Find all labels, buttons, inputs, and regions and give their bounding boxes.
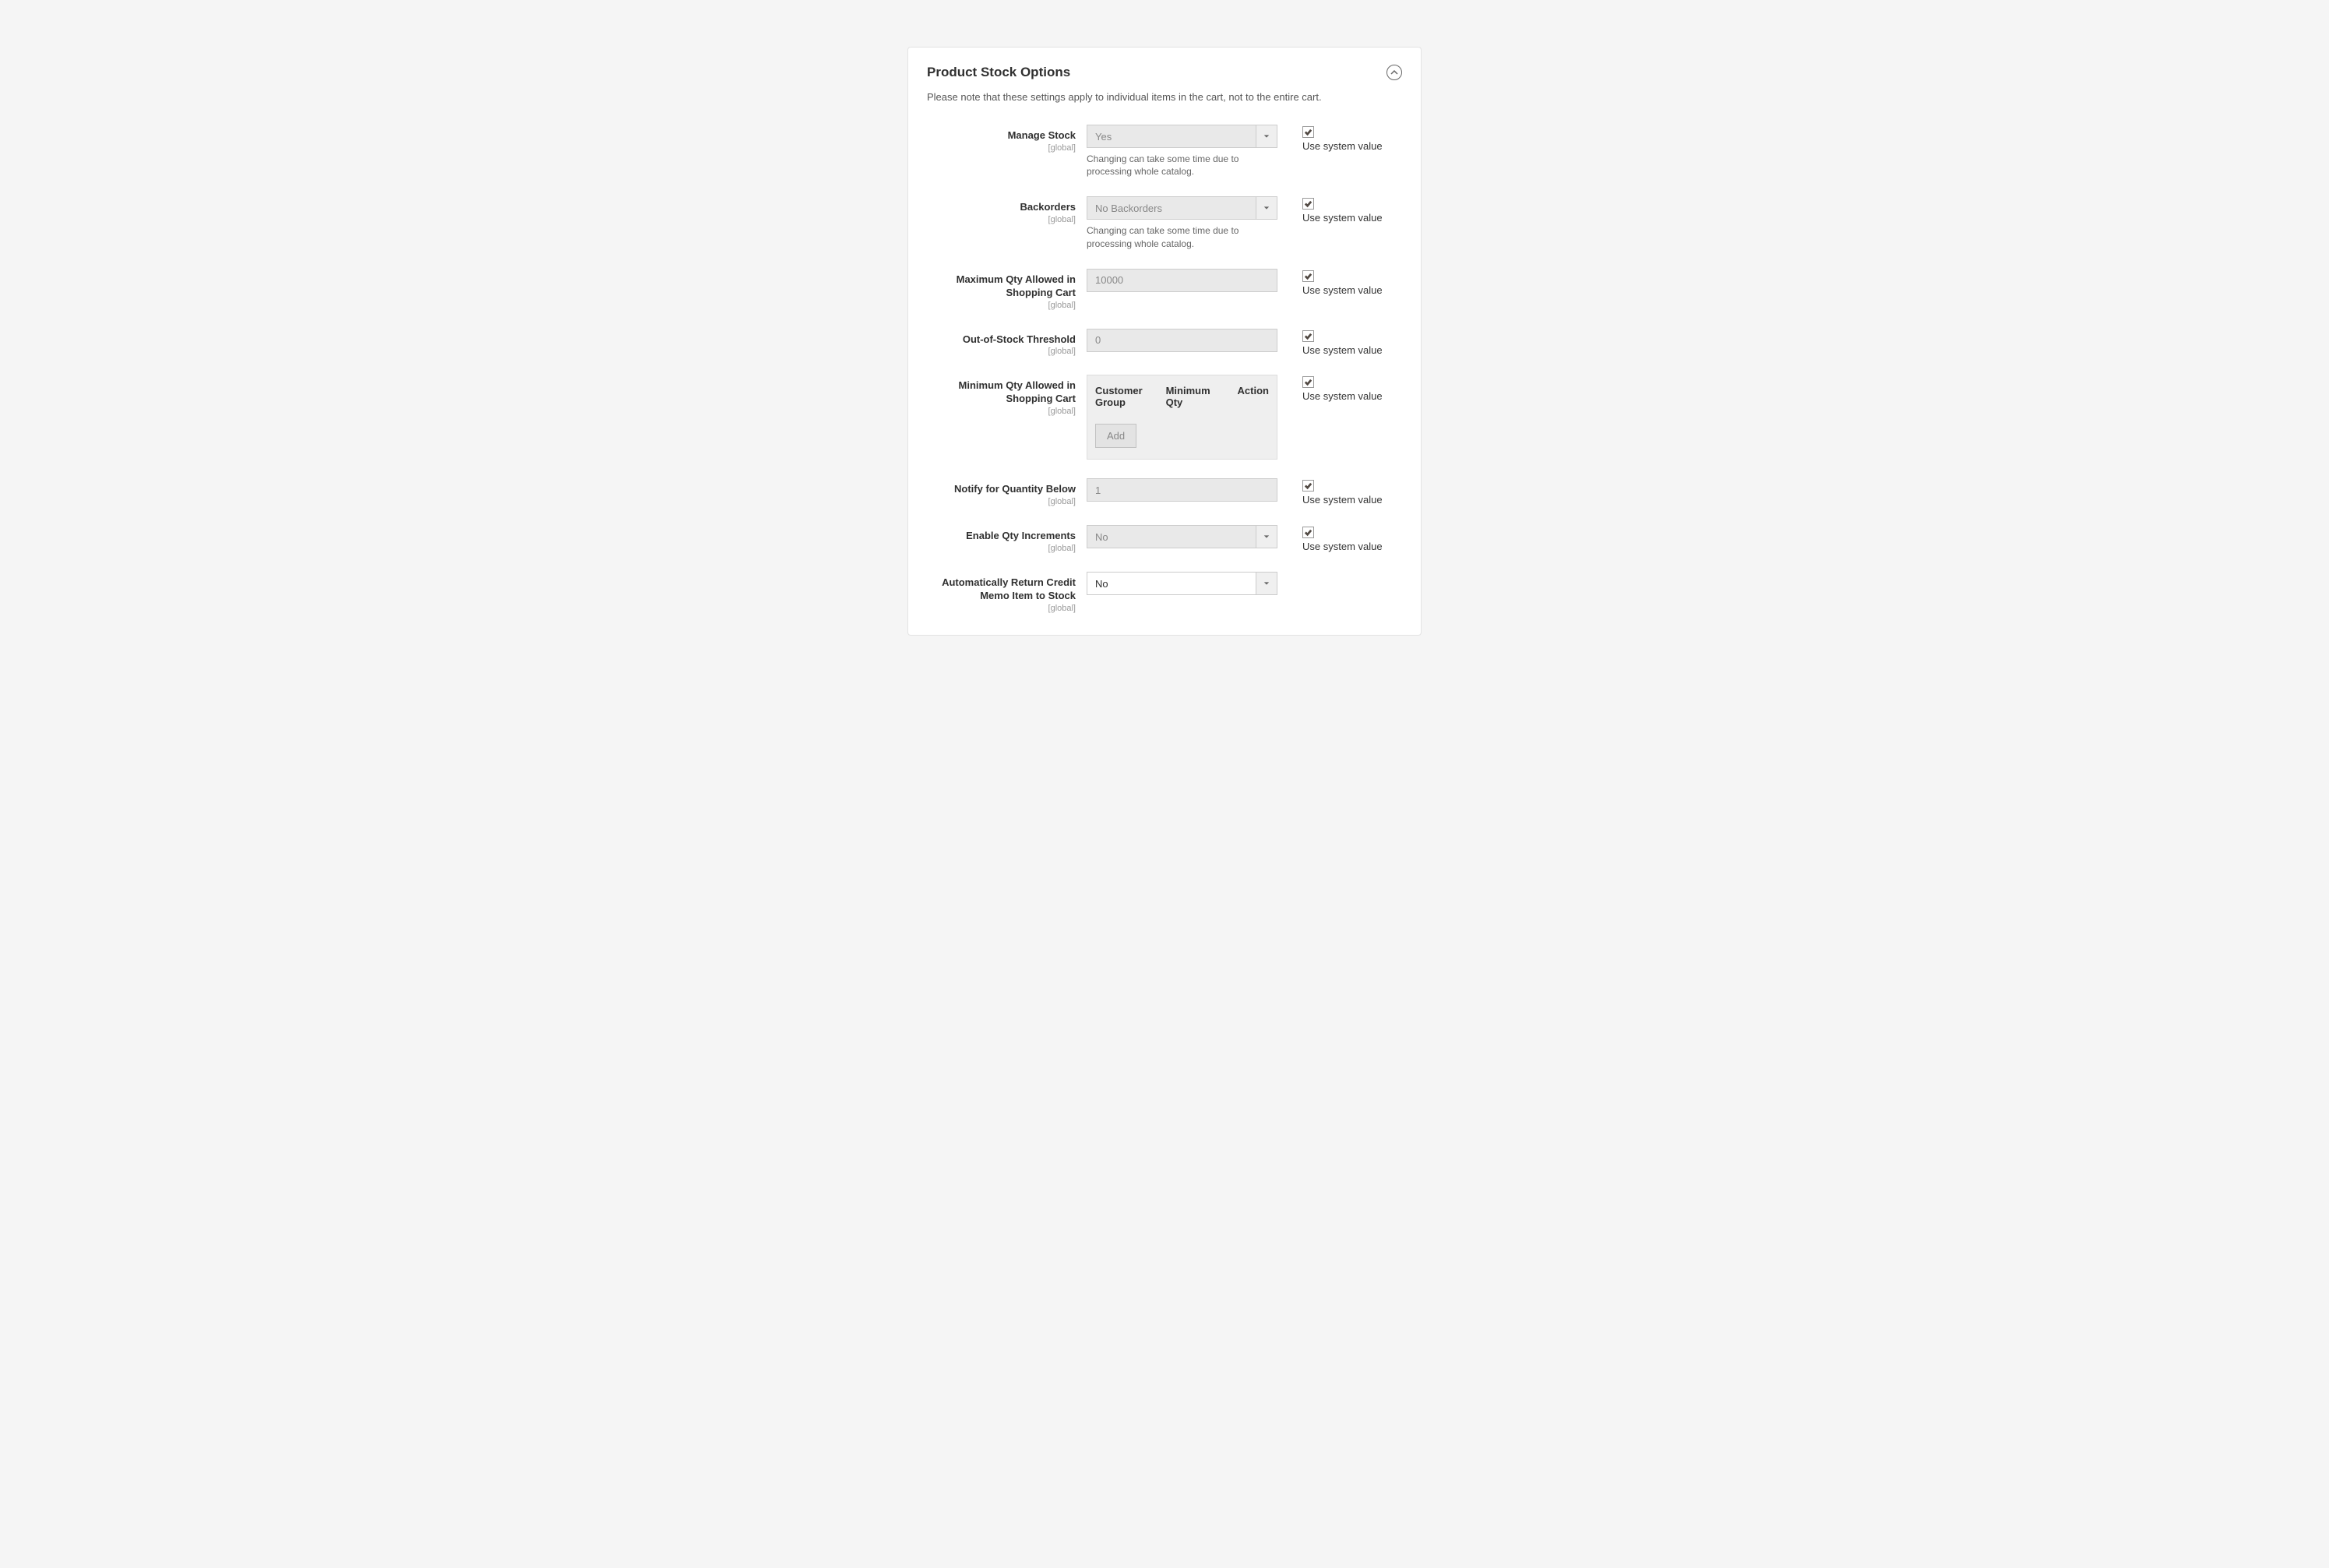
field-hint: Changing can take some time due to proce…: [1087, 153, 1277, 178]
control-col: No: [1087, 572, 1277, 595]
field-label: Manage Stock: [1008, 129, 1076, 141]
control-col: Yes Changing can take some time due to p…: [1087, 125, 1277, 178]
label-col: Backorders [global]: [927, 196, 1087, 224]
control-col: [1087, 329, 1277, 352]
chevron-down-icon: [1256, 572, 1277, 595]
field-enable-qty-increments: Enable Qty Increments [global] No Use sy…: [927, 525, 1402, 553]
scope-label: [global]: [927, 407, 1076, 416]
manage-stock-select[interactable]: Yes: [1087, 125, 1277, 148]
field-label: Automatically Return Credit Memo Item to…: [942, 576, 1076, 601]
check-icon: [1304, 481, 1312, 490]
field-label: Maximum Qty Allowed in Shopping Cart: [957, 273, 1076, 298]
panel-note: Please note that these settings apply to…: [927, 91, 1402, 103]
field-label: Out-of-Stock Threshold: [963, 333, 1076, 345]
chevron-down-icon: [1256, 525, 1277, 548]
control-col: [1087, 478, 1277, 502]
use-system-checkbox[interactable]: [1302, 126, 1314, 138]
check-icon: [1304, 128, 1312, 136]
scope-label: [global]: [927, 347, 1076, 356]
use-system-checkbox[interactable]: [1302, 480, 1314, 492]
use-system-label: Use system value: [1302, 390, 1383, 402]
control-col: No Backorders Changing can take some tim…: [1087, 196, 1277, 249]
label-col: Manage Stock [global]: [927, 125, 1087, 153]
scope-label: [global]: [927, 215, 1076, 224]
use-system-checkbox[interactable]: [1302, 270, 1314, 282]
label-col: Enable Qty Increments [global]: [927, 525, 1087, 553]
field-label: Notify for Quantity Below: [954, 483, 1076, 495]
col-customer-group: Customer Group: [1095, 385, 1166, 408]
max-qty-input[interactable]: [1087, 269, 1277, 292]
label-col: Automatically Return Credit Memo Item to…: [927, 572, 1087, 613]
select-value: No: [1087, 572, 1256, 595]
select-value: No Backorders: [1087, 196, 1256, 220]
field-notify-qty-below: Notify for Quantity Below [global] Use s…: [927, 478, 1402, 506]
check-icon: [1304, 272, 1312, 280]
check-icon: [1304, 528, 1312, 537]
control-col: No: [1087, 525, 1277, 548]
use-system-label: Use system value: [1302, 344, 1383, 356]
scope-label: [global]: [927, 143, 1076, 153]
field-return-credit-memo: Automatically Return Credit Memo Item to…: [927, 572, 1402, 613]
control-col: Customer Group Minimum Qty Action Add: [1087, 375, 1277, 460]
check-icon: [1304, 378, 1312, 386]
label-col: Notify for Quantity Below [global]: [927, 478, 1087, 506]
field-label: Backorders: [1020, 201, 1076, 213]
check-icon: [1304, 332, 1312, 340]
add-button[interactable]: Add: [1095, 424, 1136, 448]
table-header: Customer Group Minimum Qty Action: [1087, 375, 1277, 416]
use-system-checkbox[interactable]: [1302, 376, 1314, 388]
check-icon: [1304, 199, 1312, 208]
field-manage-stock: Manage Stock [global] Yes Changing can t…: [927, 125, 1402, 178]
notify-qty-input[interactable]: [1087, 478, 1277, 502]
label-col: Out-of-Stock Threshold [global]: [927, 329, 1087, 357]
label-col: Minimum Qty Allowed in Shopping Cart [gl…: [927, 375, 1087, 416]
use-system-col: Use system value: [1277, 269, 1383, 296]
use-system-label: Use system value: [1302, 140, 1383, 152]
field-out-of-stock-threshold: Out-of-Stock Threshold [global] Use syst…: [927, 329, 1402, 357]
use-system-label: Use system value: [1302, 541, 1383, 552]
control-col: [1087, 269, 1277, 292]
use-system-checkbox[interactable]: [1302, 330, 1314, 342]
label-col: Maximum Qty Allowed in Shopping Cart [gl…: [927, 269, 1087, 310]
panel-header: Product Stock Options: [927, 65, 1402, 80]
use-system-col: [1277, 572, 1302, 573]
use-system-col: Use system value: [1277, 125, 1383, 152]
use-system-col: Use system value: [1277, 375, 1383, 402]
use-system-checkbox[interactable]: [1302, 198, 1314, 210]
min-qty-table: Customer Group Minimum Qty Action Add: [1087, 375, 1277, 460]
use-system-col: Use system value: [1277, 478, 1383, 506]
field-backorders: Backorders [global] No Backorders Changi…: [927, 196, 1402, 249]
use-system-checkbox[interactable]: [1302, 527, 1314, 538]
scope-label: [global]: [927, 301, 1076, 310]
use-system-label: Use system value: [1302, 494, 1383, 506]
qty-increments-select[interactable]: No: [1087, 525, 1277, 548]
use-system-col: Use system value: [1277, 525, 1383, 552]
field-max-qty: Maximum Qty Allowed in Shopping Cart [gl…: [927, 269, 1402, 310]
use-system-col: Use system value: [1277, 329, 1383, 356]
out-of-stock-input[interactable]: [1087, 329, 1277, 352]
select-value: No: [1087, 525, 1256, 548]
col-action: Action: [1225, 385, 1269, 408]
product-stock-options-panel: Product Stock Options Please note that t…: [907, 47, 1422, 636]
col-minimum-qty: Minimum Qty: [1166, 385, 1226, 408]
table-body: Add: [1087, 416, 1277, 459]
field-label: Minimum Qty Allowed in Shopping Cart: [959, 379, 1076, 404]
collapse-toggle[interactable]: [1386, 65, 1402, 80]
select-value: Yes: [1087, 125, 1256, 148]
field-hint: Changing can take some time due to proce…: [1087, 224, 1277, 249]
panel-title: Product Stock Options: [927, 65, 1070, 80]
scope-label: [global]: [927, 497, 1076, 506]
scope-label: [global]: [927, 544, 1076, 553]
chevron-down-icon: [1256, 196, 1277, 220]
field-label: Enable Qty Increments: [966, 530, 1076, 541]
scope-label: [global]: [927, 604, 1076, 613]
use-system-col: Use system value: [1277, 196, 1383, 224]
chevron-down-icon: [1256, 125, 1277, 148]
return-credit-select[interactable]: No: [1087, 572, 1277, 595]
chevron-up-icon: [1390, 69, 1398, 76]
field-min-qty: Minimum Qty Allowed in Shopping Cart [gl…: [927, 375, 1402, 460]
backorders-select[interactable]: No Backorders: [1087, 196, 1277, 220]
use-system-label: Use system value: [1302, 284, 1383, 296]
use-system-label: Use system value: [1302, 212, 1383, 224]
